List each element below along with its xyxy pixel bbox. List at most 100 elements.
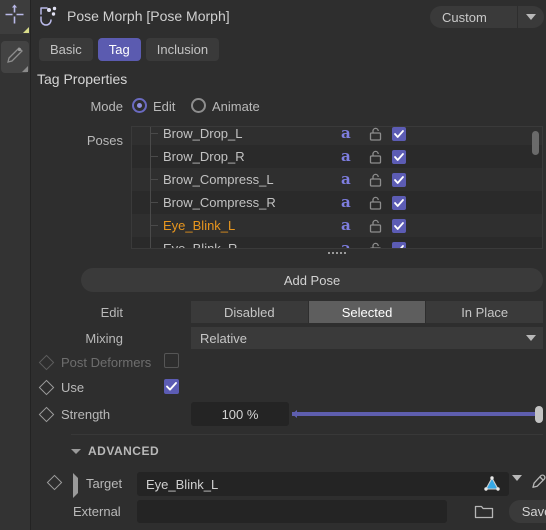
edit-label: Edit (100, 305, 123, 320)
strength-label: Strength (61, 407, 111, 422)
table-row[interactable]: Brow_Compress_L a (132, 168, 542, 191)
lock-icon[interactable] (369, 127, 382, 144)
poses-label: Poses (86, 133, 123, 148)
section-title: Tag Properties (37, 71, 128, 87)
post-deformers-label: Post Deformers (61, 355, 152, 370)
target-value: Eye_Blink_L (146, 476, 219, 492)
external-field[interactable] (137, 500, 447, 523)
table-row[interactable]: Brow_Drop_L a (132, 126, 542, 145)
post-deformers-checkbox[interactable] (164, 353, 179, 368)
chevron-down-icon[interactable] (512, 475, 522, 496)
divider (71, 434, 543, 435)
mode-edit-label: Edit (153, 99, 176, 114)
tree-line (150, 127, 162, 145)
edit-mode-segmented-control: Disabled Selected In Place (191, 301, 544, 323)
move-tool-icon (4, 4, 25, 28)
tab-tag[interactable]: Tag (97, 38, 141, 61)
pose-enabled-checkbox[interactable] (392, 242, 406, 248)
chevron-down-icon (71, 448, 81, 454)
panel-title: Pose Morph [Pose Morph] (67, 8, 230, 24)
table-row[interactable]: Brow_Compress_R a (132, 191, 542, 214)
pose-name: Brow_Drop_R (163, 149, 245, 164)
tab-basic[interactable]: Basic (39, 38, 93, 61)
polygon-pen-icon (5, 45, 25, 68)
strength-value-field[interactable]: 100 % (191, 402, 289, 426)
target-field[interactable]: Eye_Blink_L (137, 472, 509, 496)
pose-name: Eye_Blink_R (163, 241, 238, 249)
poses-list-resize-handle[interactable] (131, 250, 543, 256)
slider-knob[interactable] (535, 406, 543, 423)
poses-list[interactable]: Brow_Drop_L a Brow_Drop_R a Brow_Compres… (131, 126, 543, 249)
use-label: Use (61, 380, 85, 395)
pose-name: Brow_Compress_R (163, 195, 276, 210)
tab-bar: Basic Tag Inclusion (39, 38, 220, 61)
table-row[interactable]: Eye_Blink_L a (132, 214, 542, 237)
target-keyframe-marker[interactable] (46, 474, 63, 491)
advanced-section-toggle[interactable]: ADVANCED (71, 444, 159, 458)
tab-inclusion[interactable]: Inclusion (145, 38, 220, 61)
folder-icon[interactable] (474, 503, 494, 523)
advanced-label: ADVANCED (88, 444, 160, 458)
move-tool-button[interactable] (0, 0, 30, 34)
pose-name: Eye_Blink_L (163, 218, 236, 233)
tree-line (150, 237, 162, 248)
pose-enabled-checkbox[interactable] (392, 127, 406, 141)
panel-header: Pose Morph [Pose Morph] Custom (31, 0, 546, 33)
edit-option-disabled[interactable]: Disabled (191, 301, 309, 323)
add-pose-button[interactable]: Add Pose (81, 268, 543, 292)
left-toolbar (0, 0, 31, 530)
animate-icon[interactable]: a (341, 127, 351, 141)
animate-icon[interactable]: a (341, 241, 351, 249)
strength-keyframe-marker[interactable] (38, 406, 55, 423)
pose-name: Brow_Compress_L (163, 172, 274, 187)
chevron-down-icon[interactable] (517, 6, 544, 28)
lock-icon[interactable] (369, 173, 382, 190)
mode-radio-edit[interactable] (132, 98, 147, 113)
use-checkbox[interactable] (164, 379, 179, 394)
animate-icon[interactable]: a (341, 149, 351, 164)
layout-select[interactable]: Custom (430, 6, 544, 28)
lock-icon[interactable] (369, 219, 382, 236)
lock-icon[interactable] (369, 196, 382, 213)
polygon-pen-tool-button[interactable] (1, 41, 29, 73)
mixing-value: Relative (200, 330, 247, 346)
save-button[interactable]: Save... (509, 500, 546, 523)
table-row[interactable]: Eye_Blink_R a (132, 237, 542, 249)
animate-icon[interactable]: a (341, 195, 351, 210)
tree-line (150, 145, 162, 168)
pose-enabled-checkbox[interactable] (392, 196, 406, 210)
pose-morph-tag-panel: Pose Morph [Pose Morph] Custom Basic Tag… (0, 0, 546, 530)
mode-label: Mode (90, 99, 123, 114)
table-row[interactable]: Brow_Drop_R a (132, 145, 542, 168)
strength-slider[interactable] (292, 402, 543, 426)
pose-enabled-checkbox[interactable] (392, 150, 406, 164)
object-link-icon[interactable] (483, 475, 501, 496)
pose-morph-tag-icon (39, 6, 61, 27)
animate-icon[interactable]: a (341, 172, 351, 187)
edit-option-selected[interactable]: Selected (308, 301, 427, 323)
tool-corner-marker (23, 27, 29, 33)
properties-panel: Pose Morph [Pose Morph] Custom Basic Tag… (31, 0, 546, 530)
use-keyframe-marker[interactable] (38, 379, 55, 396)
chevron-down-icon[interactable] (519, 335, 543, 341)
edit-option-in-place[interactable]: In Place (426, 301, 544, 323)
tree-line (150, 191, 162, 214)
pose-enabled-checkbox[interactable] (392, 219, 406, 233)
pose-enabled-checkbox[interactable] (392, 173, 406, 187)
slider-track[interactable] (292, 412, 537, 416)
eyedropper-icon[interactable] (528, 474, 546, 495)
tree-line (150, 168, 162, 191)
animate-icon[interactable]: a (341, 218, 351, 233)
lock-icon[interactable] (369, 242, 382, 248)
target-expand-icon[interactable] (73, 473, 78, 498)
tool-corner-marker (22, 66, 28, 72)
external-label: External (73, 504, 121, 519)
mode-radio-animate[interactable] (191, 98, 206, 113)
poses-list-scrollbar[interactable] (532, 131, 539, 155)
pose-name: Brow_Drop_L (163, 126, 243, 141)
mixing-label: Mixing (85, 331, 123, 346)
mixing-dropdown[interactable]: Relative (191, 327, 543, 349)
lock-icon[interactable] (369, 150, 382, 167)
tree-line (150, 214, 162, 237)
post-deformers-keyframe-marker[interactable] (38, 354, 55, 371)
